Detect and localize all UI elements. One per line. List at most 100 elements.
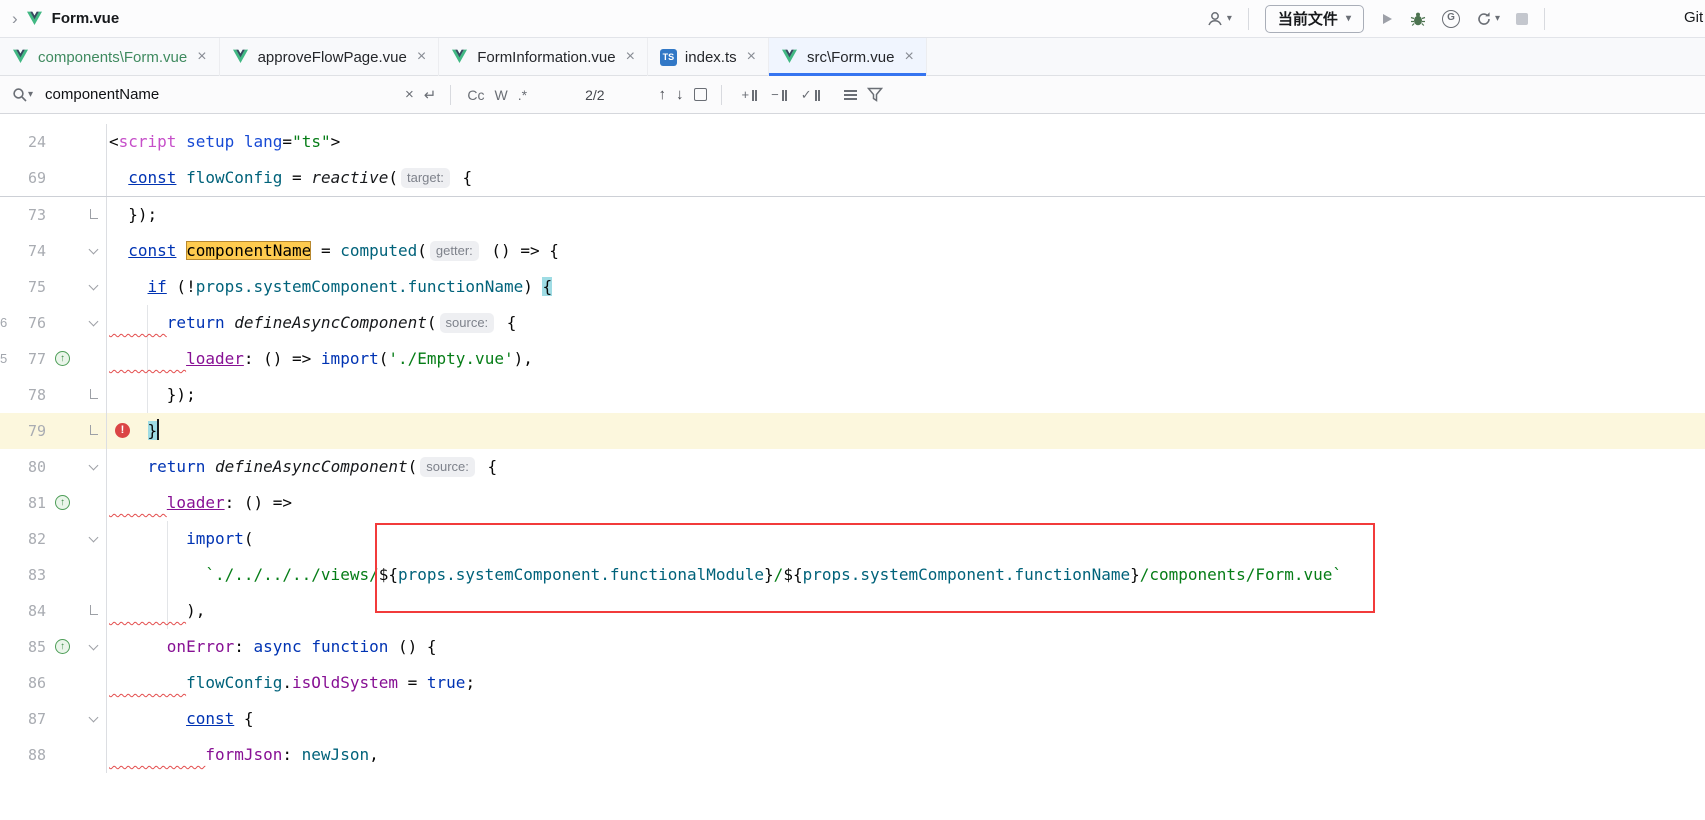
search-history-chevron[interactable]: ▾	[28, 89, 33, 100]
tab-approveflowpage-vue[interactable]: approveFlowPage.vue×	[220, 38, 440, 76]
tab-components-form-vue[interactable]: components\Form.vue×	[0, 38, 220, 76]
fold-end-icon[interactable]	[90, 605, 98, 615]
code-text[interactable]: return defineAsyncComponent(source: {	[106, 449, 1705, 485]
close-tab-icon[interactable]: ×	[747, 48, 756, 66]
code-line-85[interactable]: 85 ↑ onError: async function () {	[0, 629, 1705, 665]
fold-start-icon[interactable]	[89, 533, 99, 543]
search-input[interactable]	[43, 85, 395, 104]
code-text[interactable]: if (!props.systemComponent.functionName)…	[106, 269, 1705, 305]
rerun-button[interactable]: ▾	[1476, 11, 1500, 27]
stop-button[interactable]	[1516, 13, 1528, 25]
tab-src-form-vue[interactable]: src\Form.vue×	[769, 38, 927, 76]
code-line-24[interactable]: 24 <script setup lang="ts">	[0, 124, 1705, 160]
code-line-86[interactable]: 86 flowConfig.isOldSystem = true;	[0, 665, 1705, 701]
clear-search-icon[interactable]: ×	[405, 86, 414, 103]
code-line-83[interactable]: 83 `./../../../views/${props.systemCompo…	[0, 557, 1705, 593]
line-number[interactable]: 87	[12, 701, 50, 737]
code-line-79[interactable]: 79! }	[0, 413, 1705, 449]
line-number[interactable]: 86	[12, 665, 50, 701]
search-options-button[interactable]	[844, 90, 857, 100]
fold-start-icon[interactable]	[89, 641, 99, 651]
line-number[interactable]: 85	[12, 629, 50, 665]
match-case-toggle[interactable]: Cc	[467, 87, 484, 103]
fold-start-icon[interactable]	[89, 245, 99, 255]
line-number[interactable]: 83	[12, 557, 50, 593]
words-toggle[interactable]: W	[495, 87, 508, 103]
fold-start-icon[interactable]	[89, 281, 99, 291]
line-number[interactable]: 84	[12, 593, 50, 629]
code-text[interactable]: flowConfig.isOldSystem = true;	[106, 665, 1705, 701]
line-number[interactable]: 88	[12, 737, 50, 773]
line-number[interactable]: 82	[12, 521, 50, 557]
remove-occurrence-button[interactable]: −	[771, 89, 787, 101]
code-line-74[interactable]: 74 const componentName = computed(getter…	[0, 233, 1705, 269]
error-icon[interactable]: !	[115, 423, 130, 438]
code-text[interactable]: loader: () => import('./Empty.vue'),	[106, 341, 1705, 377]
add-occurrence-button[interactable]: +	[742, 89, 758, 101]
debug-button[interactable]	[1410, 11, 1426, 27]
code-line-88[interactable]: 88 formJson: newJson,	[0, 737, 1705, 773]
code-text[interactable]: ),	[106, 593, 1705, 629]
code-text[interactable]: return defineAsyncComponent(source: {	[106, 305, 1705, 341]
code-line-73[interactable]: 73 });	[0, 197, 1705, 233]
close-tab-icon[interactable]: ×	[197, 48, 206, 66]
code-line-80[interactable]: 80 return defineAsyncComponent(source: {	[0, 449, 1705, 485]
code-line-78[interactable]: 78 });	[0, 377, 1705, 413]
line-number[interactable]: 74	[12, 233, 50, 269]
code-line-69[interactable]: 69 const flowConfig = reactive(target: {	[0, 160, 1705, 196]
close-tab-icon[interactable]: ×	[904, 48, 913, 66]
tab-forminformation-vue[interactable]: FormInformation.vue×	[439, 38, 648, 76]
line-number[interactable]: 75	[12, 269, 50, 305]
close-tab-icon[interactable]: ×	[626, 48, 635, 66]
code-line-87[interactable]: 87 const {	[0, 701, 1705, 737]
line-number[interactable]: 81	[12, 485, 50, 521]
previous-match-button[interactable]: ↑	[659, 86, 667, 103]
code-text[interactable]: const componentName = computed(getter: (…	[106, 233, 1705, 269]
fold-end-icon[interactable]	[90, 389, 98, 399]
code-text[interactable]: <script setup lang="ts">	[106, 124, 1705, 160]
code-text[interactable]: });	[106, 197, 1705, 233]
fold-start-icon[interactable]	[89, 713, 99, 723]
regex-toggle[interactable]: .*	[518, 87, 527, 103]
code-text[interactable]: import(	[106, 521, 1705, 557]
code-text[interactable]: formJson: newJson,	[106, 737, 1705, 773]
run-button[interactable]	[1380, 12, 1394, 26]
code-text[interactable]: onError: async function () {	[106, 629, 1705, 665]
fold-end-icon[interactable]	[90, 209, 98, 219]
code-text[interactable]: loader: () =>	[106, 485, 1705, 521]
code-editor[interactable]: 24<script setup lang="ts">69 const flowC…	[0, 114, 1705, 820]
line-number[interactable]: 73	[12, 197, 50, 233]
line-number[interactable]: 24	[12, 124, 50, 160]
line-number[interactable]: 79	[12, 413, 50, 449]
line-number[interactable]: 69	[12, 160, 50, 196]
search-icon[interactable]	[12, 87, 28, 103]
code-line-81[interactable]: 81 ↑ loader: () =>	[0, 485, 1705, 521]
newline-icon[interactable]: ↵	[424, 86, 437, 104]
fold-start-icon[interactable]	[89, 461, 99, 471]
tab-index-ts[interactable]: TSindex.ts×	[648, 38, 769, 76]
fold-start-icon[interactable]	[89, 317, 99, 327]
code-text[interactable]: });	[106, 377, 1705, 413]
next-match-button[interactable]: ↓	[676, 86, 684, 103]
fold-end-icon[interactable]	[90, 425, 98, 435]
user-menu-button[interactable]: ▾	[1206, 10, 1232, 28]
code-text[interactable]: `./../../../views/${props.systemComponen…	[106, 557, 1705, 593]
close-tab-icon[interactable]: ×	[417, 48, 426, 66]
code-line-84[interactable]: 84 ),	[0, 593, 1705, 629]
code-line-77[interactable]: 577↑ loader: () => import('./Empty.vue')…	[0, 341, 1705, 377]
overridden-marker-icon[interactable]: ↑	[55, 351, 70, 366]
line-number[interactable]: 77	[12, 341, 50, 377]
filter-button[interactable]	[867, 87, 883, 102]
overridden-marker-icon[interactable]: ↑	[55, 495, 70, 510]
select-all-occurrences-button[interactable]: ✓	[801, 89, 820, 101]
code-line-75[interactable]: 75 if (!props.systemComponent.functionNa…	[0, 269, 1705, 305]
breadcrumb-chevron[interactable]: ›	[12, 9, 18, 29]
overridden-marker-icon[interactable]: ↑	[55, 639, 70, 654]
line-number[interactable]: 78	[12, 377, 50, 413]
profiler-button[interactable]: G	[1442, 10, 1460, 28]
code-text[interactable]: const flowConfig = reactive(target: {	[106, 160, 1705, 196]
run-config-selector[interactable]: 当前文件 ▾	[1265, 5, 1364, 33]
code-text[interactable]: const {	[106, 701, 1705, 737]
line-number[interactable]: 76	[12, 305, 50, 341]
git-menu[interactable]: Git	[1684, 9, 1703, 26]
